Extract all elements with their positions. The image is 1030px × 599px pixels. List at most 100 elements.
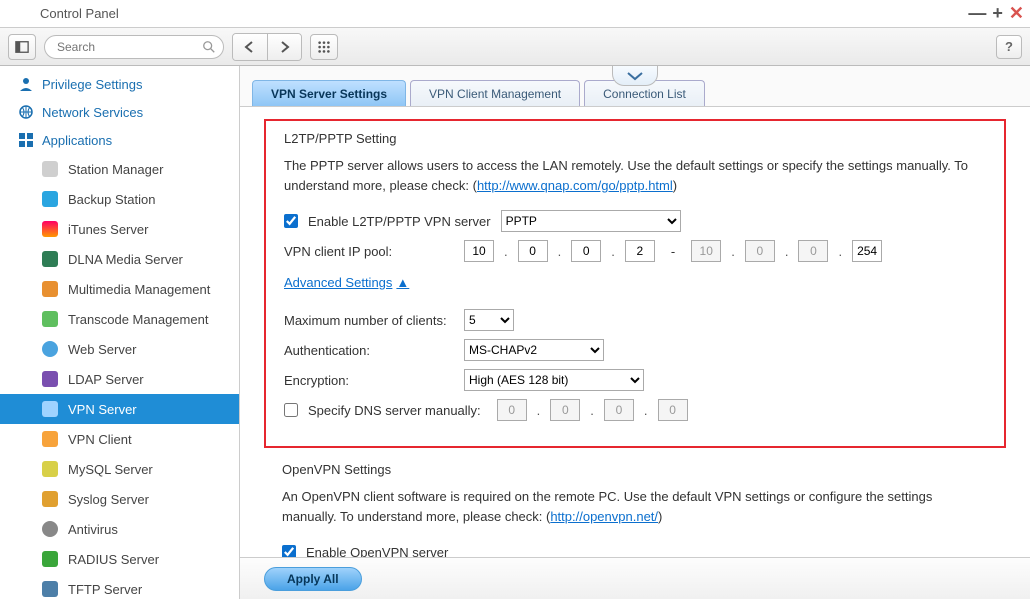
- dns-oct1: [497, 399, 527, 421]
- help-button[interactable]: ?: [996, 35, 1022, 59]
- max-clients-select[interactable]: 5: [464, 309, 514, 331]
- grid-icon: [317, 40, 331, 54]
- arrow-left-icon: [243, 41, 257, 53]
- sidebar-item-label: Backup Station: [68, 192, 155, 207]
- ip-pool-end-oct3: [798, 240, 828, 262]
- ip-pool-end-oct4[interactable]: [852, 240, 882, 262]
- apply-all-button[interactable]: Apply All: [264, 567, 362, 591]
- tab-label: VPN Client Management: [429, 87, 561, 101]
- l2tp-section-highlight: L2TP/PPTP Setting The PPTP server allows…: [264, 119, 1006, 448]
- sidebar-item-ldap[interactable]: LDAP Server: [0, 364, 239, 394]
- authentication-select[interactable]: MS-CHAPv2: [464, 339, 604, 361]
- search-input[interactable]: [44, 35, 224, 59]
- web-icon: [42, 341, 58, 357]
- sidebar-item-dlna[interactable]: DLNA Media Server: [0, 244, 239, 274]
- toolbar: ?: [0, 28, 1030, 66]
- dns-manual-checkbox[interactable]: [284, 403, 298, 417]
- sidebar-item-antivirus[interactable]: Antivirus: [0, 514, 239, 544]
- encryption-label: Encryption:: [284, 373, 454, 388]
- sidebar-item-vpn-server[interactable]: VPN Server: [0, 394, 239, 424]
- enable-l2tp-label: Enable L2TP/PPTP VPN server: [308, 214, 491, 229]
- sidebar-group-label: Applications: [42, 133, 112, 148]
- ip-pool-start-oct1[interactable]: [464, 240, 494, 262]
- radius-icon: [42, 551, 58, 567]
- tab-vpn-client-management[interactable]: VPN Client Management: [410, 80, 580, 106]
- desc-text: ): [658, 509, 662, 524]
- tab-vpn-server-settings[interactable]: VPN Server Settings: [252, 80, 406, 106]
- encryption-select[interactable]: High (AES 128 bit): [464, 369, 644, 391]
- window-title: Control Panel: [40, 6, 119, 21]
- sidebar-item-itunes[interactable]: iTunes Server: [0, 214, 239, 244]
- nav-back-button[interactable]: [233, 34, 267, 60]
- sidebar-group-label: Privilege Settings: [42, 77, 142, 92]
- sidebar-item-label: VPN Server: [68, 402, 137, 417]
- ldap-icon: [42, 371, 58, 387]
- advanced-settings-label: Advanced Settings: [284, 275, 392, 290]
- multimedia-icon: [42, 281, 58, 297]
- sidebar-item-label: VPN Client: [68, 432, 132, 447]
- enable-openvpn-label: Enable OpenVPN server: [306, 545, 448, 558]
- enable-l2tp-checkbox[interactable]: [284, 214, 298, 228]
- window-minimize-icon[interactable]: —: [968, 4, 986, 22]
- dns-oct3: [604, 399, 634, 421]
- sidebar-toggle-button[interactable]: [8, 34, 36, 60]
- ip-pool-start-oct4[interactable]: [625, 240, 655, 262]
- sidebar-item-mysql[interactable]: MySQL Server: [0, 454, 239, 484]
- ip-pool-start-oct3[interactable]: [571, 240, 601, 262]
- sidebar[interactable]: Privilege Settings Network Services Appl…: [0, 66, 240, 599]
- triangle-up-icon: ▲: [396, 275, 409, 290]
- sidebar-item-syslog[interactable]: Syslog Server: [0, 484, 239, 514]
- advanced-settings-toggle[interactable]: Advanced Settings ▲: [284, 275, 409, 290]
- authentication-label: Authentication:: [284, 343, 454, 358]
- mysql-icon: [42, 461, 58, 477]
- enable-openvpn-checkbox[interactable]: [282, 545, 296, 557]
- sidebar-item-backup-station[interactable]: Backup Station: [0, 184, 239, 214]
- footer-bar: Apply All: [240, 557, 1030, 599]
- window-maximize-icon[interactable]: +: [992, 4, 1003, 22]
- sidebar-item-vpn-client[interactable]: VPN Client: [0, 424, 239, 454]
- sidebar-item-tftp[interactable]: TFTP Server: [0, 574, 239, 599]
- apps-icon: [18, 132, 34, 148]
- window-close-icon[interactable]: ✕: [1009, 4, 1024, 22]
- l2tp-section-title: L2TP/PPTP Setting: [284, 131, 992, 146]
- sidebar-item-multimedia[interactable]: Multimedia Management: [0, 274, 239, 304]
- content-area: VPN Server Settings VPN Client Managemen…: [240, 66, 1030, 599]
- sidebar-item-transcode[interactable]: Transcode Management: [0, 304, 239, 334]
- globe-icon: [18, 104, 34, 120]
- itunes-icon: [42, 221, 58, 237]
- sidebar-item-label: Web Server: [68, 342, 136, 357]
- sidebar-item-label: Syslog Server: [68, 492, 149, 507]
- ip-pool-start-oct2[interactable]: [518, 240, 548, 262]
- openvpn-section-title: OpenVPN Settings: [282, 462, 988, 477]
- sidebar-item-radius[interactable]: RADIUS Server: [0, 544, 239, 574]
- sidebar-group-privilege[interactable]: Privilege Settings: [0, 70, 239, 98]
- openvpn-help-link[interactable]: http://openvpn.net/: [550, 509, 658, 524]
- panel-icon: [15, 40, 29, 54]
- sidebar-group-network[interactable]: Network Services: [0, 98, 239, 126]
- panel-expand-handle[interactable]: [612, 66, 658, 86]
- sidebar-item-label: TFTP Server: [68, 582, 142, 597]
- sidebar-group-applications[interactable]: Applications: [0, 126, 239, 154]
- nav-group: [232, 33, 302, 61]
- openvpn-section: OpenVPN Settings An OpenVPN client softw…: [264, 448, 1006, 557]
- ip-pool-end-oct1: [691, 240, 721, 262]
- protocol-select[interactable]: PPTP: [501, 210, 681, 232]
- vpn-client-icon: [42, 431, 58, 447]
- settings-panel[interactable]: L2TP/PPTP Setting The PPTP server allows…: [240, 106, 1030, 557]
- tab-label: VPN Server Settings: [271, 87, 387, 101]
- ip-pool-label: VPN client IP pool:: [284, 244, 454, 259]
- sidebar-item-label: LDAP Server: [68, 372, 144, 387]
- apps-grid-button[interactable]: [310, 34, 338, 60]
- nav-forward-button[interactable]: [267, 34, 301, 60]
- dns-manual-label: Specify DNS server manually:: [308, 403, 481, 418]
- pptp-help-link[interactable]: http://www.qnap.com/go/pptp.html: [477, 178, 673, 193]
- sidebar-item-webserver[interactable]: Web Server: [0, 334, 239, 364]
- sidebar-item-label: Station Manager: [68, 162, 163, 177]
- user-icon: [18, 76, 34, 92]
- openvpn-description: An OpenVPN client software is required o…: [282, 487, 988, 526]
- l2tp-description: The PPTP server allows users to access t…: [284, 156, 992, 195]
- dns-oct2: [550, 399, 580, 421]
- sidebar-item-station-manager[interactable]: Station Manager: [0, 154, 239, 184]
- backup-icon: [42, 191, 58, 207]
- sidebar-group-label: Network Services: [42, 105, 143, 120]
